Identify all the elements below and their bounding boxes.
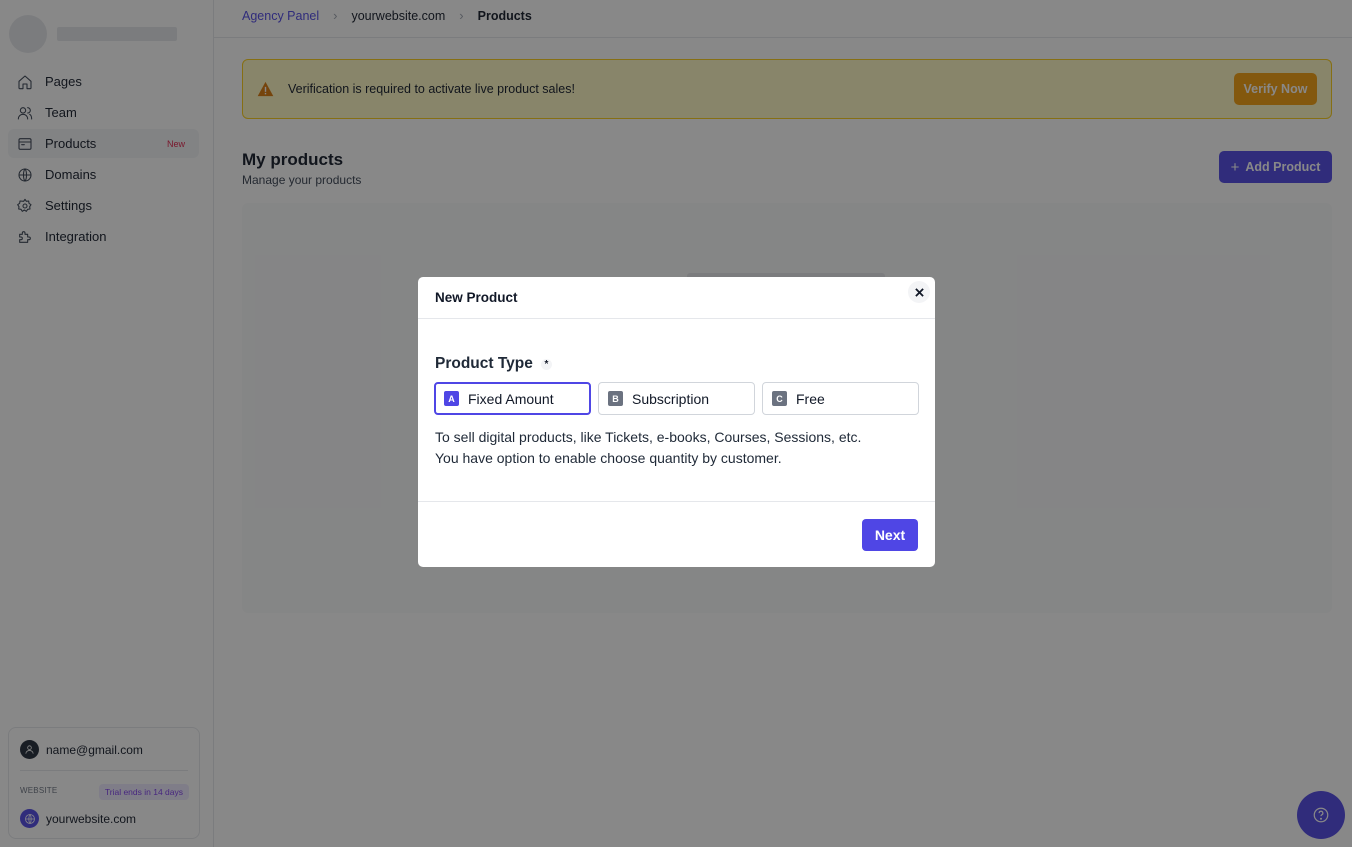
close-button[interactable] [908, 281, 930, 303]
option-label: Fixed Amount [468, 390, 554, 407]
new-product-modal: New Product Product Type * A Fixed Amoun… [418, 277, 935, 567]
option-key: A [444, 391, 459, 406]
option-key: C [772, 391, 787, 406]
option-fixed-amount[interactable]: A Fixed Amount [434, 382, 591, 415]
product-type-label-text: Product Type [435, 355, 533, 372]
option-subscription[interactable]: B Subscription [598, 382, 755, 415]
required-mark: * [540, 358, 552, 370]
option-free[interactable]: C Free [762, 382, 919, 415]
modal-title: New Product [435, 290, 518, 305]
product-type-label: Product Type * [435, 355, 552, 373]
description-line: To sell digital products, like Tickets, … [435, 429, 862, 445]
option-description: To sell digital products, like Tickets, … [435, 427, 861, 469]
close-icon [914, 287, 924, 297]
next-button[interactable]: Next [862, 519, 918, 551]
modal-header: New Product [418, 277, 935, 319]
product-type-options: A Fixed Amount B Subscription C Free [434, 382, 926, 415]
modal-footer: Next [418, 501, 935, 567]
option-key: B [608, 391, 623, 406]
option-label: Free [796, 390, 825, 407]
option-label: Subscription [632, 390, 710, 407]
description-line: You have option to enable choose quantit… [435, 450, 782, 466]
